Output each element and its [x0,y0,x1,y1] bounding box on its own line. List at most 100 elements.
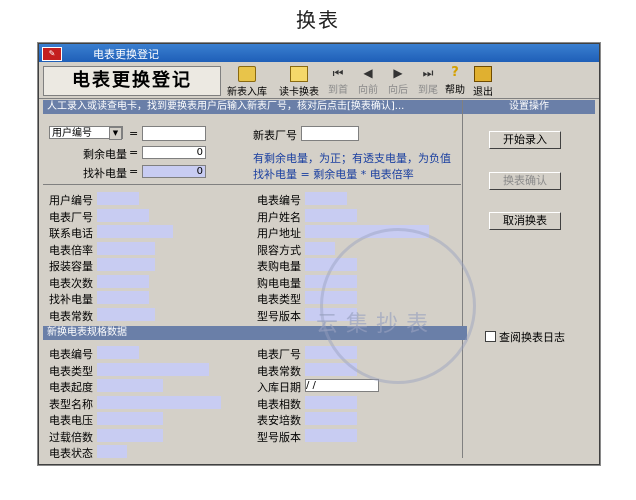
field-label: 电表常数 [49,309,93,323]
next-icon: ▶ [393,66,403,80]
field-label: 限容方式 [257,243,301,257]
prev-label: 向前 [358,85,378,96]
field-value [305,395,357,409]
form-banner: 电表更换登记 [43,66,221,96]
remaining-label: 剩余电量 [83,148,127,161]
field-label: 入库日期 [257,381,301,394]
makeup-label: 找补电量 [83,167,127,180]
read-card-label: 读卡换表 [279,87,319,98]
field-label: 电表常数 [257,364,301,378]
field-value [97,307,155,321]
new-meter-stock-label: 新表入库 [227,87,267,98]
exit-icon [474,66,492,82]
field-label: 用户地址 [257,227,301,240]
exit-button[interactable]: 退出 [469,64,497,98]
exit-label: 退出 [473,87,493,98]
field-value [305,428,357,442]
field-value [305,208,357,222]
field-value [97,412,163,425]
field-label: 找补电量 [49,293,93,306]
field-label: 电表起度 [49,381,93,394]
field-label: 型号版本 [257,430,301,444]
field-value [97,258,155,271]
field-label: 联系电话 [49,227,93,240]
query-type-value: 用户编号 [52,128,92,139]
first-icon: ⏮ [332,66,344,80]
card-icon [290,66,308,82]
confirm-replace-button[interactable]: 换表确认 [489,172,561,190]
remaining-power-field: 0 [142,146,206,159]
new-meter-stock-button[interactable]: 新表入库 [221,64,273,98]
field-value [97,274,149,288]
help-icon: ? [451,65,459,80]
eq-sign: = [129,127,139,140]
field-value [97,208,149,222]
field-value [97,445,127,458]
field-label: 表型名称 [49,397,93,411]
settings-panel-title: 设置操作 [463,100,595,114]
first-label: 到首 [328,85,348,96]
note-formula: 找补电量 = 剩余电量 * 电表倍率 [253,168,414,181]
field-value [305,192,347,205]
eq-sign: = [129,165,139,178]
field-label: 电表类型 [257,293,301,306]
prev-button[interactable]: ◀ 向前 [353,64,383,96]
field-value [97,291,149,304]
field-label: 型号版本 [257,309,301,323]
new-meter-no-label: 新表厂号 [253,129,297,142]
field-label: 表安培数 [257,414,301,427]
watermark-text: 云集抄表 [316,312,437,337]
query-type-select[interactable]: 用户编号 ▼ [49,126,123,140]
field-label: 电表编号 [257,194,301,207]
start-entry-button[interactable]: 开始录入 [489,131,561,149]
app-window: ✎ 电表更换登记 电表更换登记 新表入库 读卡换表 ⏮ 到首 ◀ 向前 ▶ 向后… [38,43,600,465]
field-label: 表购电量 [257,260,301,273]
note-sign-rule: 有剩余电量，为正；有透支电量，为负值 [253,152,451,165]
field-label: 用户姓名 [257,210,301,224]
field-value [97,346,139,359]
field-label: 电表相数 [257,397,301,411]
last-label: 到尾 [418,85,438,96]
help-label: 帮助 [445,85,465,96]
toolbar: 电表更换登记 新表入库 读卡换表 ⏮ 到首 ◀ 向前 ▶ 向后 ⏭ 到尾 ? 帮… [39,62,599,99]
field-value [97,241,155,255]
field-value [97,428,163,442]
query-divider [43,184,461,185]
query-input[interactable] [142,126,206,141]
field-label: 报装容量 [49,260,93,273]
field-label: 电表倍率 [49,243,93,257]
next-button[interactable]: ▶ 向后 [383,64,413,96]
view-log-checkbox[interactable] [485,331,496,342]
read-card-button[interactable]: 读卡换表 [273,64,325,98]
instruction-bar: 人工录入或读查电卡，找到要换表用户后输入新表厂号，核对后点击[换表确认]... [43,100,467,114]
next-label: 向后 [388,85,408,96]
field-label: 购电电量 [257,276,301,290]
field-value [97,225,173,238]
field-label: 电表厂号 [257,348,301,361]
eq-sign: = [129,146,139,159]
field-value [97,362,209,376]
stock-date-input[interactable]: / / [305,379,379,392]
chevron-down-icon: ▼ [109,127,122,140]
field-label: 电表厂号 [49,210,93,224]
field-value [97,192,139,205]
makeup-power-field: 0 [142,165,206,178]
field-label: 电表编号 [49,348,93,361]
title-bar: ✎ 电表更换登记 [39,44,599,62]
prev-icon: ◀ [363,66,373,80]
field-label: 电表电压 [49,414,93,427]
field-value [305,412,357,425]
new-meter-no-input[interactable] [301,126,359,141]
app-icon: ✎ [42,47,62,61]
page-title: 换表 [296,8,340,32]
help-button[interactable]: ? 帮助 [441,64,469,97]
field-label: 用户编号 [49,194,93,207]
last-button[interactable]: ⏭ 到尾 [413,64,443,96]
box-icon [238,66,256,82]
first-button[interactable]: ⏮ 到首 [323,64,353,96]
field-value [305,241,335,255]
field-label: 过载倍数 [49,430,93,444]
cancel-replace-button[interactable]: 取消换表 [489,212,561,230]
field-label: 电表次数 [49,276,93,290]
window-title: 电表更换登记 [93,48,159,61]
